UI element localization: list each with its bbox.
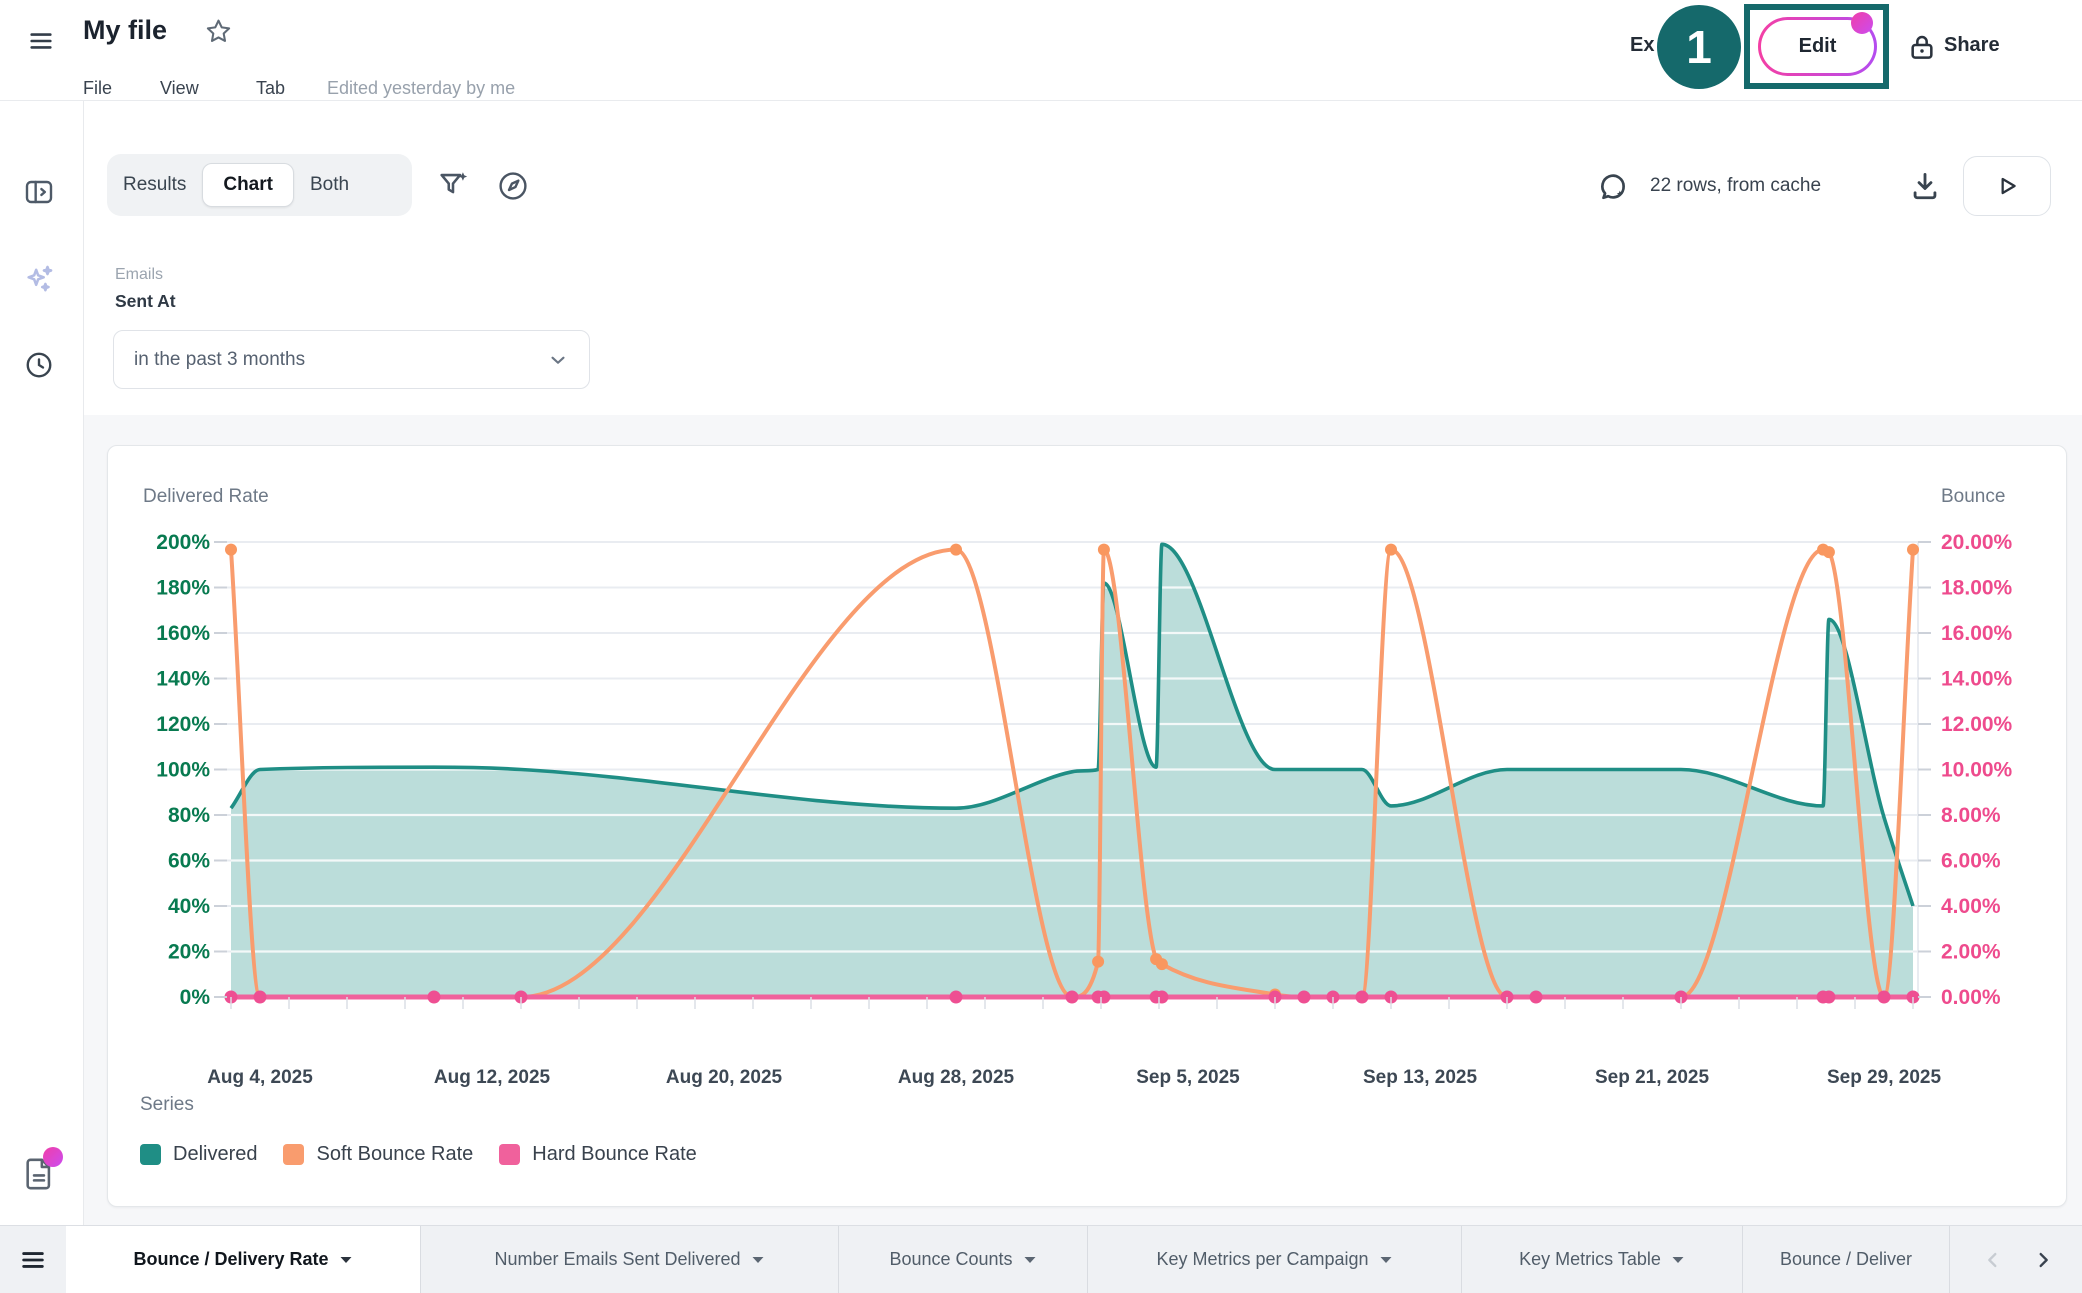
date-range-value: in the past 3 months [134, 349, 305, 371]
legend-label: Hard Bounce Rate [532, 1143, 697, 1166]
toggle-chart[interactable]: Chart [202, 163, 294, 207]
caret-down-icon [1671, 1255, 1685, 1265]
menu-view[interactable]: View [160, 78, 199, 99]
left-sidebar [0, 100, 84, 1225]
page-title: My file [83, 15, 167, 46]
bottom-tab[interactable]: Bounce / Deliver [1743, 1226, 1950, 1293]
chart-card [107, 445, 2067, 1207]
history-clock-icon[interactable] [24, 350, 54, 380]
legend-item-soft-bounce[interactable]: Soft Bounce Rate [283, 1143, 473, 1166]
right-axis-title: Bounce [1941, 486, 2005, 508]
bottom-tab-bar: Bounce / Delivery Rate Number Emails Sent… [0, 1225, 2082, 1293]
caret-down-icon [751, 1255, 765, 1265]
ai-sparkles-icon[interactable] [22, 262, 56, 296]
bottom-tab[interactable]: Key Metrics per Campaign [1088, 1226, 1462, 1293]
legend-swatch-delivered [140, 1144, 161, 1165]
explore-button-partial[interactable]: Ex [1630, 34, 1654, 57]
bottom-tab[interactable]: Bounce Counts [839, 1226, 1088, 1293]
tabs-scroll-right-icon[interactable] [2032, 1247, 2054, 1273]
bottom-tab-label: Bounce Counts [889, 1249, 1012, 1270]
compass-icon[interactable] [497, 170, 529, 202]
caret-down-icon [1379, 1255, 1393, 1265]
tabs-scroll-left-icon[interactable] [1982, 1247, 2004, 1273]
filter-field-label: Sent At [115, 291, 176, 312]
bottom-tab-label: Bounce / Deliver [1780, 1249, 1912, 1270]
legend-swatch-soft-bounce [283, 1144, 304, 1165]
bottom-tab[interactable]: Number Emails Sent Delivered [421, 1226, 839, 1293]
caret-down-icon [339, 1255, 353, 1265]
date-range-select[interactable]: in the past 3 months [113, 330, 590, 389]
bottom-tab-label: Key Metrics per Campaign [1156, 1249, 1368, 1270]
rows-status: 22 rows, from cache [1650, 175, 1821, 197]
bottom-tab-label: Bounce / Delivery Rate [133, 1249, 328, 1270]
bottom-tab-label: Number Emails Sent Delivered [494, 1249, 740, 1270]
bottom-menu-icon[interactable] [0, 1226, 66, 1293]
filter-sparkle-icon[interactable] [436, 168, 470, 202]
download-icon[interactable] [1908, 168, 1942, 202]
edit-notification-dot [1851, 12, 1873, 34]
toggle-both[interactable]: Both [310, 174, 349, 196]
legend-swatch-hard-bounce [499, 1144, 520, 1165]
legend-item-delivered[interactable]: Delivered [140, 1143, 257, 1166]
caret-down-icon [1023, 1255, 1037, 1265]
tabs-container: Bounce / Delivery Rate Number Emails Sent… [66, 1226, 1950, 1293]
legend-label: Soft Bounce Rate [316, 1143, 473, 1166]
left-axis-title: Delivered Rate [143, 486, 269, 508]
annotation-step-badge: 1 [1657, 5, 1741, 89]
bottom-tab[interactable]: Key Metrics Table [1462, 1226, 1743, 1293]
lock-icon [1906, 30, 1938, 64]
toggle-results[interactable]: Results [123, 174, 186, 196]
edited-status: Edited yesterday by me [327, 78, 515, 99]
legend-title: Series [140, 1094, 194, 1116]
view-mode-toggle: Results Chart Both [107, 154, 412, 216]
main-menu-icon[interactable] [27, 27, 55, 55]
star-icon[interactable] [204, 17, 233, 46]
bottom-tab[interactable]: Bounce / Delivery Rate [66, 1226, 421, 1293]
share-button[interactable]: Share [1944, 34, 2000, 57]
panel-toggle-icon[interactable] [23, 176, 55, 208]
legend-label: Delivered [173, 1143, 257, 1166]
document-notification-dot [43, 1147, 63, 1167]
filter-dataset-label: Emails [115, 266, 163, 284]
bottom-tab-label: Key Metrics Table [1519, 1249, 1661, 1270]
menu-tab[interactable]: Tab [256, 78, 285, 99]
tab-nav [1982, 1226, 2082, 1293]
chevron-down-icon [547, 349, 569, 371]
legend-item-hard-bounce[interactable]: Hard Bounce Rate [499, 1143, 697, 1166]
run-button[interactable] [1963, 156, 2051, 216]
menu-file[interactable]: File [83, 78, 112, 99]
ai-comment-icon[interactable] [1596, 170, 1630, 204]
chart-legend: Delivered Soft Bounce Rate Hard Bounce R… [140, 1143, 697, 1166]
